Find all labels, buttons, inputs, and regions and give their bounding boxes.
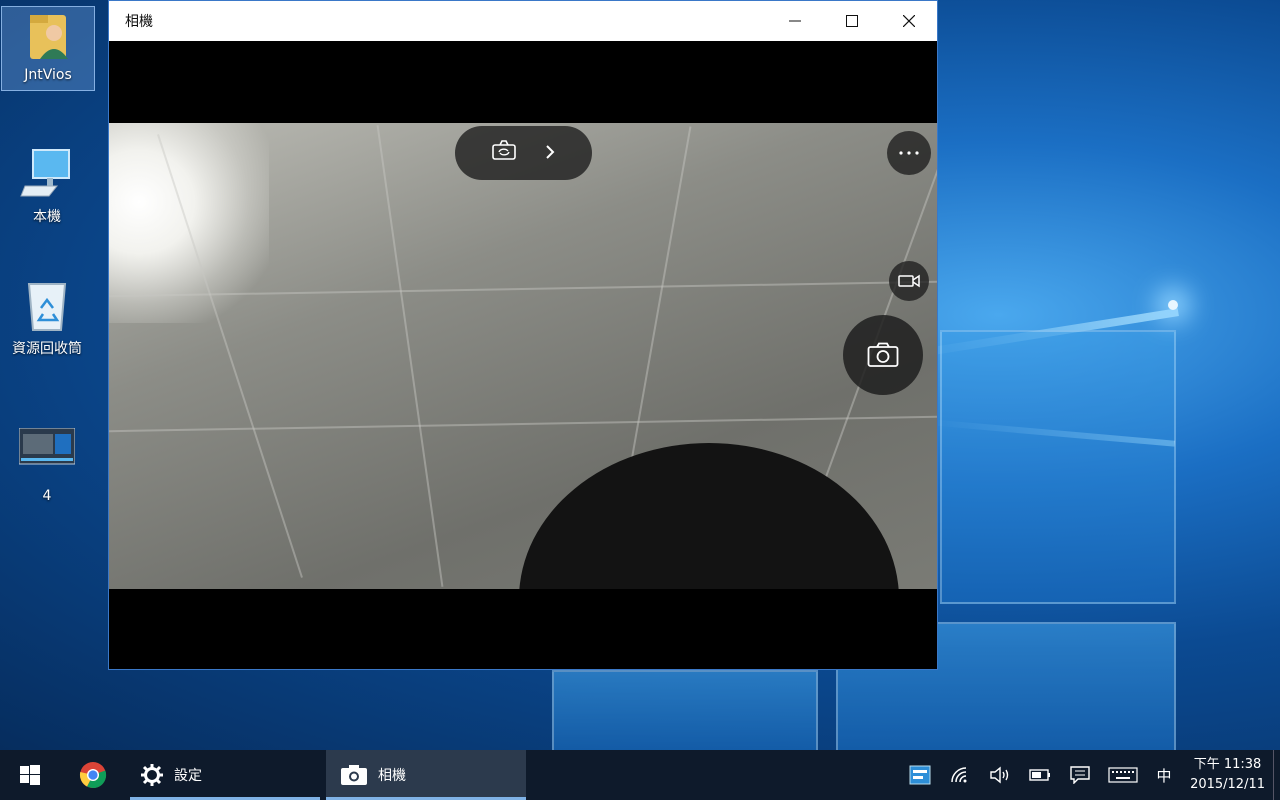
gear-icon [141,764,163,786]
recycle-bin-icon [19,278,75,334]
battery-icon[interactable] [1020,750,1060,800]
desktop-icon-label: 4 [42,488,52,504]
window-titlebar[interactable]: 相機 [109,1,937,41]
close-button[interactable] [880,1,937,41]
system-tray: 中 下午 11:38 2015/12/11 [900,750,1280,800]
window-title: 相機 [125,14,153,30]
ime-indicator[interactable]: 中 [1146,765,1182,786]
tray-app-icon[interactable] [900,750,940,800]
taskbar: 設定 相機 中 下午 11:38 2015/12/11 [0,750,1280,800]
maximize-icon [845,15,858,27]
video-mode-button[interactable] [889,261,929,301]
video-thumbnail-icon [18,427,76,484]
desktop-icon-label: JntVios [24,67,72,83]
camera-icon [867,342,899,367]
desktop-icon-recycle-bin[interactable]: 資源回收筒 [1,278,93,358]
show-desktop-button[interactable] [1273,750,1280,800]
desktop-icon-user-folder[interactable]: JntVios [1,6,95,91]
taskbar-app-label: 相機 [378,768,406,784]
clock-date: 2015/12/11 [1190,777,1265,792]
clock[interactable]: 下午 11:38 2015/12/11 [1182,755,1273,795]
desktop-icon-this-pc[interactable]: 本機 [1,146,93,226]
camera-icon [341,765,367,785]
camera-window: 相機 [108,0,938,670]
video-camera-icon [898,274,920,288]
volume-icon[interactable] [980,750,1020,800]
more-icon [899,151,919,155]
camera-viewfinder [109,123,937,589]
windows-start-icon [20,765,40,785]
minimize-button[interactable] [766,1,823,41]
camera-switch-bar[interactable] [455,126,592,180]
action-center-icon[interactable] [1060,750,1100,800]
computer-icon [19,146,75,202]
desktop-icon-label: 本機 [33,209,61,225]
taskbar-app-chrome[interactable] [60,750,126,800]
take-photo-button[interactable] [843,315,923,395]
wifi-icon[interactable] [940,750,980,800]
close-icon [902,15,915,27]
keyboard-icon[interactable] [1100,750,1146,800]
taskbar-app-camera[interactable]: 相機 [326,750,526,800]
camera-switch-icon[interactable] [491,139,517,167]
chrome-icon [79,762,107,789]
person-head [519,443,899,589]
minimize-icon [788,20,801,22]
desktop-icon-video[interactable]: 4 [1,427,93,504]
more-options-button[interactable] [887,131,931,175]
user-folder-icon [20,7,76,63]
clock-time: 下午 11:38 [1193,757,1262,772]
chevron-right-icon[interactable] [544,144,556,163]
desktop-icon-label: 資源回收筒 [12,341,82,357]
maximize-button[interactable] [823,1,880,41]
start-button[interactable] [0,750,60,800]
taskbar-app-label: 設定 [174,768,202,784]
taskbar-app-settings[interactable]: 設定 [130,750,320,800]
